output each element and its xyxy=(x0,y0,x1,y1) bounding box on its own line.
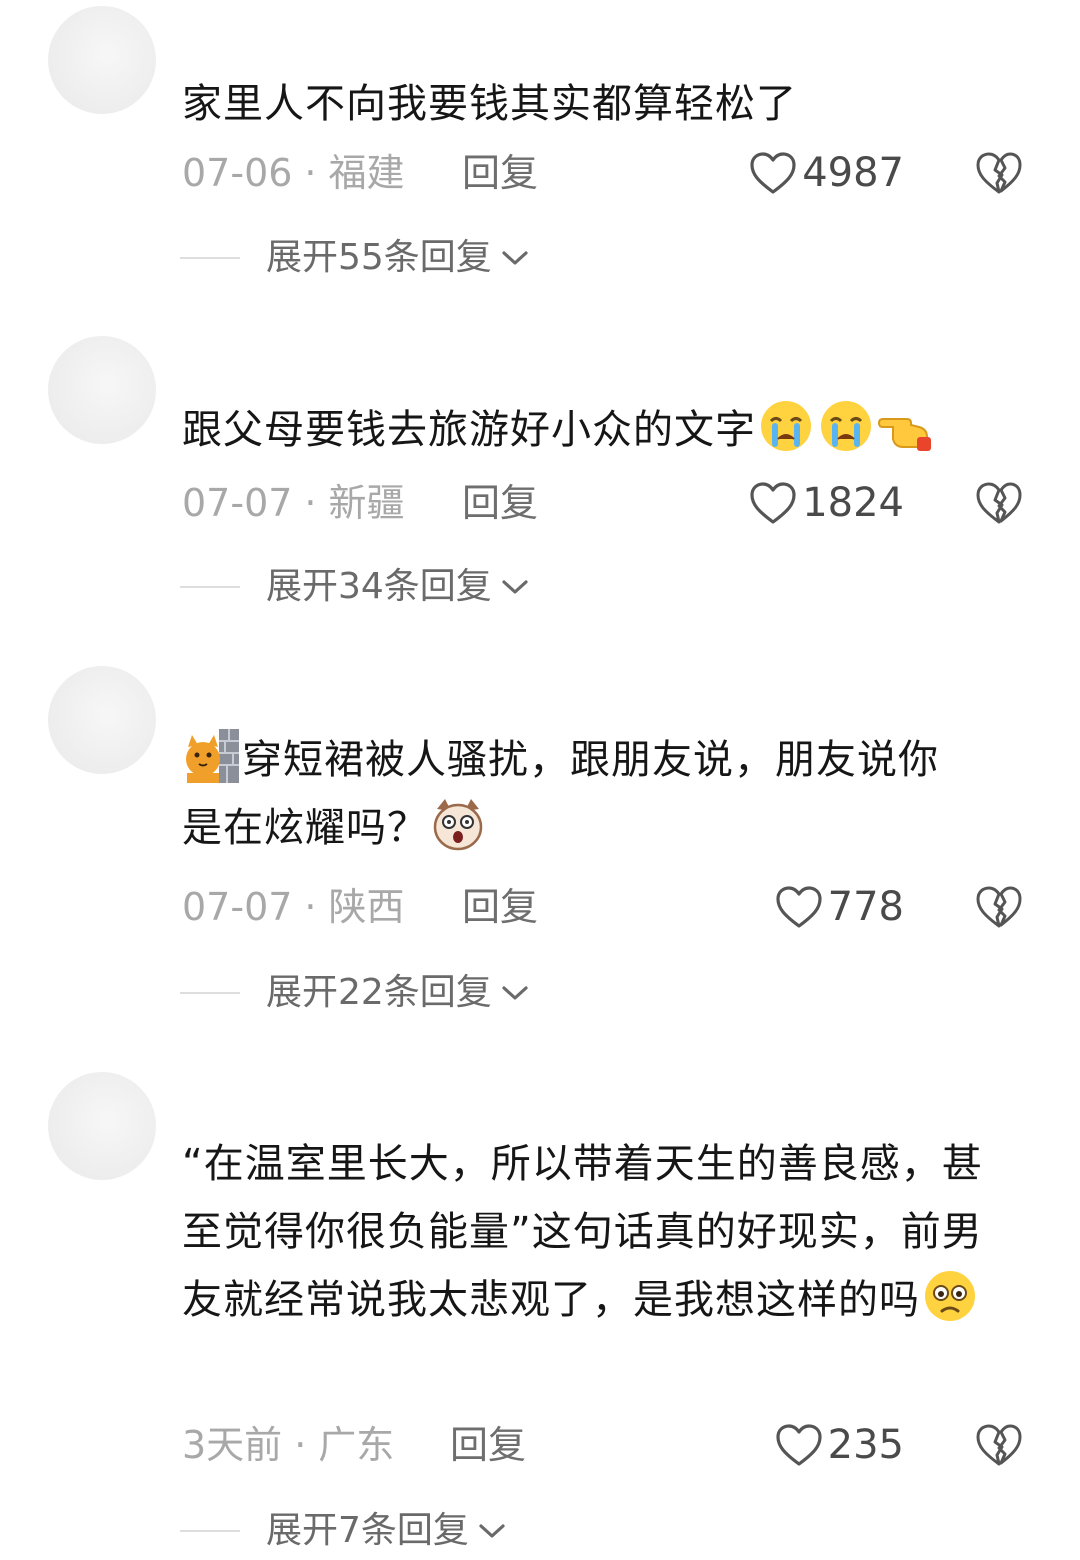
comment-meta: 07-06 · 福建 xyxy=(182,148,405,198)
like-count: 4987 xyxy=(802,150,904,196)
expand-replies-label: 展开7条回复 xyxy=(266,1510,469,1551)
heart-outline-icon xyxy=(774,884,824,930)
comment-location: 陕西 xyxy=(328,885,405,929)
comment-text-body: “在温室里长大，所以带着天生的善良感，甚至觉得你很负能量”这句话真的好现实，前男… xyxy=(182,1141,983,1323)
like-button[interactable]: 235 xyxy=(774,1420,904,1470)
meta-separator: · xyxy=(304,151,317,195)
comment-meta: 3天前 · 广东 xyxy=(182,1420,394,1470)
crying-face-emoji xyxy=(817,397,875,455)
comment-date: 07-06 xyxy=(182,151,293,195)
like-button[interactable]: 1824 xyxy=(748,478,904,528)
comment-text-line1: 穿短裙被人骚扰，跟朋友说，朋友说你 xyxy=(242,737,939,783)
worried-face-emoji xyxy=(921,1267,979,1325)
chevron-down-icon xyxy=(492,983,530,1003)
chevron-down-icon xyxy=(492,577,530,597)
broken-heart-icon xyxy=(974,480,1024,526)
comment-text: 穿短裙被人骚扰，跟朋友说，朋友说你是在炫耀吗？ xyxy=(182,726,1022,862)
comment-text-line2: 是在炫耀吗？ xyxy=(182,805,428,851)
reply-button[interactable]: 回复 xyxy=(462,478,538,528)
comment-text: 家里人不向我要钱其实都算轻松了 xyxy=(182,70,1022,138)
comment-location: 广东 xyxy=(318,1423,395,1467)
expand-replies[interactable]: 展开55条回复 xyxy=(180,233,530,283)
expand-replies[interactable]: 展开34条回复 xyxy=(180,562,530,612)
avatar[interactable] xyxy=(48,1072,156,1180)
comment-date: 07-07 xyxy=(182,481,293,525)
comment-text: “在温室里长大，所以带着天生的善良感，甚至觉得你很负能量”这句话真的好现实，前男… xyxy=(182,1130,1012,1334)
divider-line xyxy=(180,1530,240,1532)
comment-text-body: 跟父母要钱去旅游好小众的文字 xyxy=(182,407,756,453)
chevron-down-icon xyxy=(469,1521,507,1541)
dislike-button[interactable] xyxy=(974,478,1024,528)
comment-text: 跟父母要钱去旅游好小众的文字 xyxy=(182,396,1022,464)
crying-face-emoji xyxy=(757,397,815,455)
avatar[interactable] xyxy=(48,336,156,444)
avatar[interactable] xyxy=(48,6,156,114)
reply-button[interactable]: 回复 xyxy=(450,1420,526,1470)
like-count: 235 xyxy=(827,1422,904,1468)
comment-date: 07-07 xyxy=(182,885,293,929)
comment-location: 福建 xyxy=(328,151,405,195)
avatar[interactable] xyxy=(48,666,156,774)
heart-outline-icon xyxy=(774,1422,824,1468)
like-count: 778 xyxy=(827,884,904,930)
divider-line xyxy=(180,992,240,994)
expand-replies[interactable]: 展开22条回复 xyxy=(180,968,530,1018)
expand-replies-label: 展开22条回复 xyxy=(266,972,492,1013)
dislike-button[interactable] xyxy=(974,1420,1024,1470)
chevron-down-icon xyxy=(492,248,530,268)
reply-button[interactable]: 回复 xyxy=(462,882,538,932)
expand-replies-label: 展开34条回复 xyxy=(266,566,492,607)
broken-heart-icon xyxy=(974,150,1024,196)
dislike-button[interactable] xyxy=(974,882,1024,932)
heart-outline-icon xyxy=(748,150,798,196)
dislike-button[interactable] xyxy=(974,148,1024,198)
like-button[interactable]: 778 xyxy=(774,882,904,932)
comment-meta: 07-07 · 新疆 xyxy=(182,478,405,528)
comment-text-body: 家里人不向我要钱其实都算轻松了 xyxy=(182,81,797,127)
divider-line xyxy=(180,257,240,259)
like-button[interactable]: 4987 xyxy=(748,148,904,198)
broken-heart-icon xyxy=(974,884,1024,930)
like-count: 1824 xyxy=(802,480,904,526)
shocked-dog-emoji xyxy=(429,795,487,853)
meta-separator: · xyxy=(294,1423,307,1467)
comment-location: 新疆 xyxy=(328,481,405,525)
expand-replies-label: 展开55条回复 xyxy=(266,237,492,278)
cat-behind-wall-emoji xyxy=(183,727,241,785)
pointing-hand-emoji xyxy=(877,397,935,455)
meta-separator: · xyxy=(304,481,317,525)
expand-replies[interactable]: 展开7条回复 xyxy=(180,1506,507,1556)
broken-heart-icon xyxy=(974,1422,1024,1468)
comment-meta: 07-07 · 陕西 xyxy=(182,882,405,932)
heart-outline-icon xyxy=(748,480,798,526)
reply-button[interactable]: 回复 xyxy=(462,148,538,198)
comment-date: 3天前 xyxy=(182,1423,283,1467)
meta-separator: · xyxy=(304,885,317,929)
divider-line xyxy=(180,586,240,588)
